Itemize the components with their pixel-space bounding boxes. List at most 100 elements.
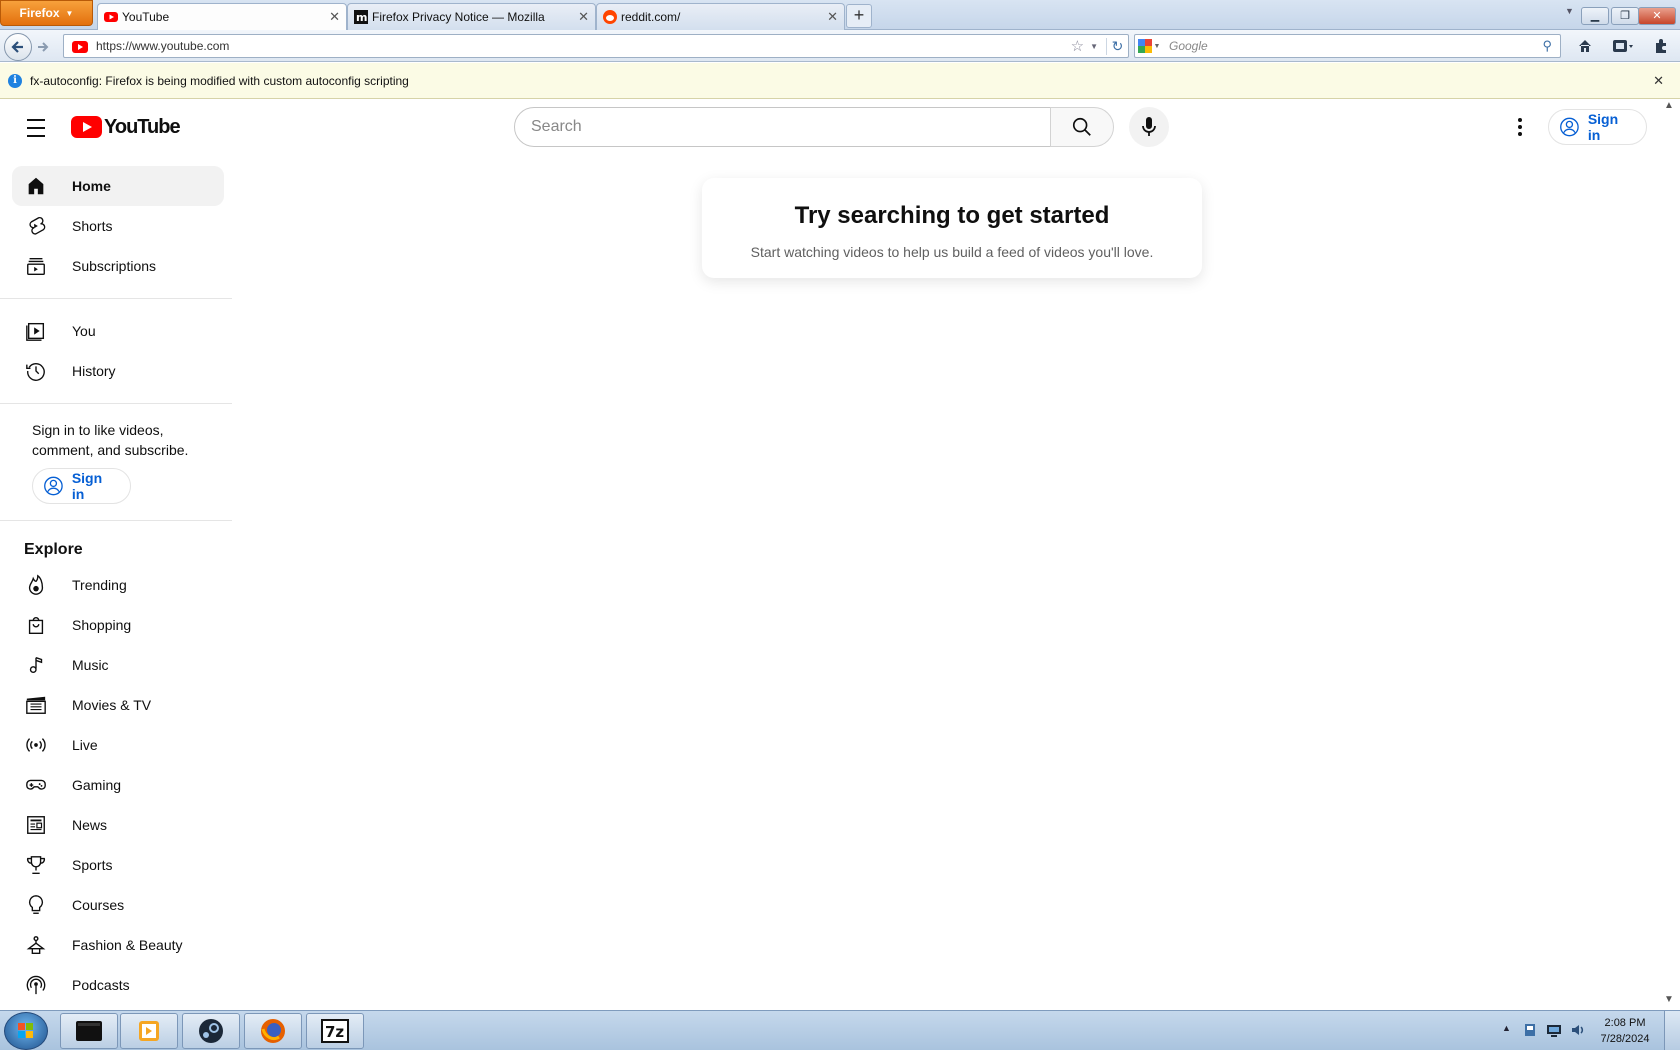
clock-date: 7/28/2024 — [1600, 1033, 1650, 1045]
restore-button[interactable]: ❐ — [1611, 7, 1639, 25]
taskbar-media-player-app[interactable] — [120, 1013, 178, 1049]
sidebar-item-history[interactable]: History — [12, 351, 224, 391]
bookmarks-icon — [1613, 40, 1633, 52]
firefox-menu-button[interactable]: Firefox ▼ — [0, 0, 93, 26]
sidebar-item-live[interactable]: Live — [12, 725, 224, 765]
sidebar-item-movies[interactable]: Movies & TV — [12, 685, 224, 725]
volume-icon[interactable] — [1570, 1022, 1586, 1038]
youtube-search-input[interactable]: Search — [514, 107, 1051, 147]
tab-reddit[interactable]: reddit.com/ ✕ — [596, 3, 845, 30]
address-bar[interactable]: https://www.youtube.com ☆ ▼ ↻ — [63, 34, 1129, 58]
taskbar-firefox-app[interactable] — [244, 1013, 302, 1049]
steam-icon — [199, 1019, 223, 1043]
minimize-button[interactable]: ▁ — [1581, 7, 1609, 25]
trending-icon — [24, 573, 48, 597]
reload-icon[interactable]: ↻ — [1106, 37, 1128, 55]
search-magnifier-icon[interactable]: ⚲ — [1542, 38, 1552, 54]
google-engine-icon[interactable]: ▼ — [1135, 35, 1163, 57]
taskbar-7zip-app[interactable]: 7z — [306, 1013, 364, 1049]
tab-mozilla-privacy[interactable]: m Firefox Privacy Notice — Mozilla ✕ — [347, 3, 596, 30]
sidebar-item-label: News — [72, 817, 108, 833]
close-tab-icon[interactable]: ✕ — [578, 9, 589, 25]
news-icon — [24, 813, 48, 837]
start-button[interactable] — [4, 1012, 48, 1050]
taskbar-terminal-app[interactable] — [60, 1013, 118, 1049]
svg-text:7z: 7z — [325, 1023, 344, 1041]
sidebar-item-you[interactable]: You — [12, 311, 224, 351]
podcasts-icon — [24, 973, 48, 997]
url-history-dropdown-icon[interactable]: ▼ — [1090, 42, 1098, 51]
addons-button[interactable] — [1646, 34, 1676, 58]
sidebar-item-shopping[interactable]: Shopping — [12, 605, 224, 645]
close-tab-icon[interactable]: ✕ — [827, 9, 838, 25]
hamburger-menu-icon[interactable] — [20, 115, 52, 141]
sidebar-item-label: Movies & TV — [72, 697, 152, 713]
svg-text:m: m — [356, 11, 367, 24]
sidebar-item-sports[interactable]: Sports — [12, 845, 224, 885]
more-options-icon[interactable] — [1508, 112, 1532, 142]
youtube-favicon-icon — [104, 10, 118, 24]
home-icon — [1579, 40, 1591, 52]
browser-search-bar[interactable]: ▼ Google ⚲ — [1134, 34, 1561, 58]
bookmarks-menu-button[interactable] — [1608, 34, 1638, 58]
tab-youtube[interactable]: YouTube ✕ — [97, 3, 347, 30]
youtube-search-button[interactable] — [1050, 107, 1114, 147]
sidebar-signin-button[interactable]: Sign in — [32, 468, 131, 504]
header-signin-button[interactable]: Sign in — [1548, 109, 1647, 145]
window-close-button[interactable]: ✕ — [1638, 7, 1676, 25]
terminal-icon — [76, 1021, 102, 1041]
microphone-icon — [1142, 117, 1156, 136]
new-tab-button[interactable]: + — [846, 4, 872, 28]
sidebar-item-music[interactable]: Music — [12, 645, 224, 685]
voice-search-button[interactable] — [1129, 107, 1169, 147]
gaming-icon — [24, 773, 48, 797]
sidebar-item-subscriptions[interactable]: Subscriptions — [12, 246, 224, 286]
you-icon — [24, 319, 48, 343]
notification-text: fx-autoconfig: Firefox is being modified… — [30, 73, 409, 88]
media-player-icon — [139, 1021, 159, 1041]
show-hidden-icons-icon[interactable]: ▲ — [1502, 1023, 1511, 1033]
sidebar-item-news[interactable]: News — [12, 805, 224, 845]
sidebar-item-fashion[interactable]: Fashion & Beauty — [12, 925, 224, 965]
tray-app-icon[interactable] — [1522, 1022, 1538, 1038]
hanger-icon — [24, 933, 48, 957]
lightbulb-icon — [24, 893, 48, 917]
sidebar-item-label: Podcasts — [72, 977, 130, 993]
arrow-right-icon — [38, 42, 49, 52]
show-desktop-button[interactable] — [1664, 1011, 1680, 1050]
sidebar-item-podcasts[interactable]: Podcasts — [12, 965, 224, 1005]
notification-bar: i fx-autoconfig: Firefox is being modifi… — [0, 63, 1680, 99]
sidebar-divider — [0, 520, 232, 521]
explore-heading: Explore — [24, 541, 83, 558]
empty-feed-card: Try searching to get started Start watch… — [702, 178, 1202, 278]
sidebar-item-home[interactable]: Home — [12, 166, 224, 206]
youtube-logo-text: YouTube — [104, 115, 181, 138]
close-notification-icon[interactable]: ✕ — [1653, 73, 1664, 89]
youtube-logo[interactable]: YouTube — [71, 115, 181, 138]
page-scrollbar[interactable]: ▲ ▼ — [1660, 100, 1680, 1010]
subscriptions-icon — [24, 254, 48, 278]
network-monitor-icon[interactable] — [1546, 1022, 1562, 1038]
browser-nav-bar: https://www.youtube.com ☆ ▼ ↻ ▼ Google ⚲ — [0, 30, 1680, 62]
sports-icon — [24, 853, 48, 877]
forward-button[interactable] — [33, 38, 53, 56]
clock-time: 2:08 PM — [1604, 1017, 1646, 1029]
windows-logo-icon — [18, 1023, 33, 1038]
close-tab-icon[interactable]: ✕ — [329, 9, 340, 25]
tab-title: reddit.com/ — [621, 10, 681, 24]
taskbar-steam-app[interactable] — [182, 1013, 240, 1049]
bookmark-star-icon[interactable]: ☆ — [1071, 37, 1084, 55]
scroll-down-arrow-icon[interactable]: ▼ — [1664, 994, 1674, 1005]
sidebar-item-gaming[interactable]: Gaming — [12, 765, 224, 805]
sidebar-item-trending[interactable]: Trending — [12, 565, 224, 605]
sidebar-item-shorts[interactable]: Shorts — [12, 206, 224, 246]
sidebar-item-label: Courses — [72, 897, 125, 913]
signin-label: Sign in — [1587, 111, 1619, 143]
back-button[interactable] — [4, 33, 32, 61]
scroll-up-arrow-icon[interactable]: ▲ — [1664, 100, 1674, 111]
sidebar-item-courses[interactable]: Courses — [12, 885, 224, 925]
home-button[interactable] — [1570, 34, 1600, 58]
url-text[interactable]: https://www.youtube.com — [96, 39, 1071, 53]
tab-list-arrow-icon[interactable]: ▼ — [1565, 6, 1574, 16]
system-clock[interactable]: 2:08 PM 7/28/2024 — [1590, 1015, 1660, 1047]
